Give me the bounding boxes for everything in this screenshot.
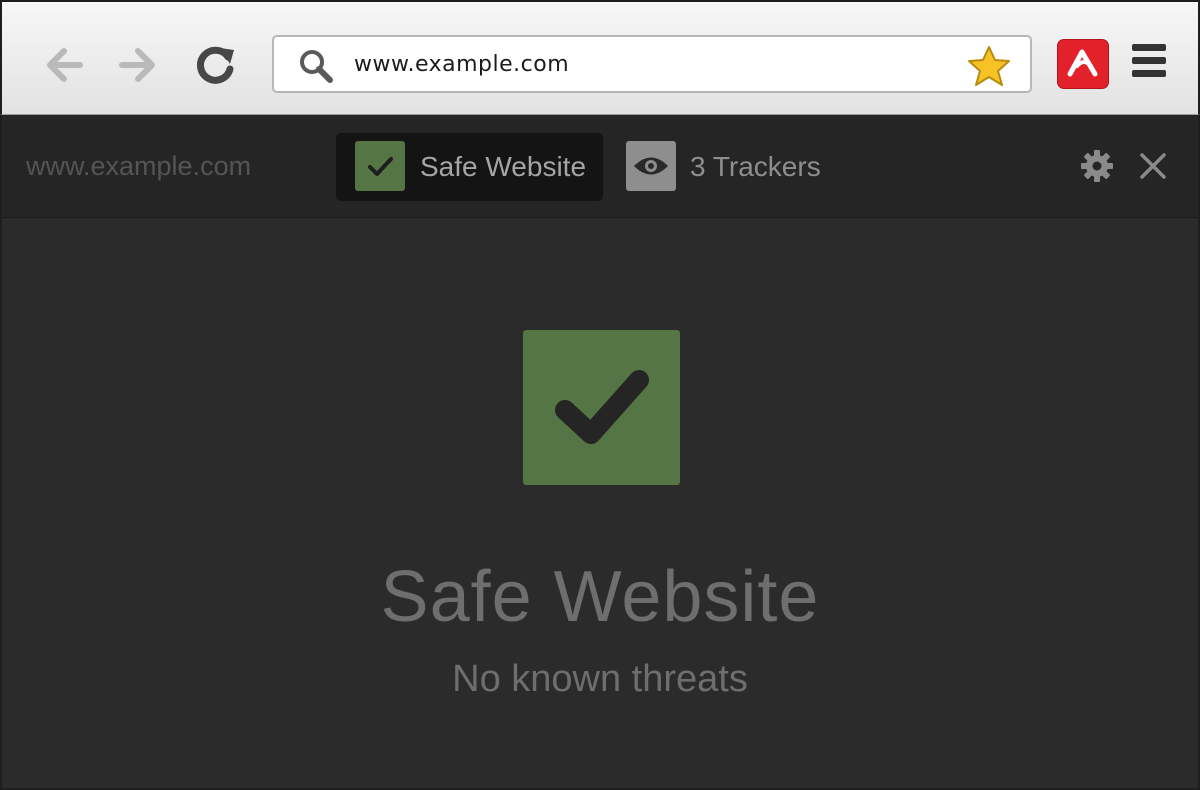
arrow-left-icon [47,48,83,82]
status-subtitle: No known threats [452,658,748,700]
arrow-right-icon [119,48,155,82]
tab-trackers[interactable]: 3 Trackers [624,133,844,201]
tab-label: 3 Trackers [690,151,821,182]
hamburger-menu-icon[interactable] [1130,44,1168,84]
status-panel: Safe Website No known threats [0,218,1200,790]
reload-icon [196,46,234,84]
gear-icon [1081,150,1113,182]
umbrella-icon [1067,49,1098,77]
tab-label: Safe Website [420,151,587,182]
status-title: Safe Website [380,557,820,637]
close-button[interactable] [1134,147,1172,185]
address-bar-url[interactable]: www.example.com [354,37,569,93]
eye-icon [626,141,676,191]
tab-safe-website[interactable]: Safe Website [336,133,603,201]
extension-button[interactable] [1057,39,1109,89]
back-button[interactable] [40,40,90,90]
browser-toolbar: www.example.com [0,0,1200,115]
site-label: www.example.com [26,151,252,181]
close-icon [1140,153,1166,179]
forward-button[interactable] [112,40,162,90]
search-icon [300,50,333,83]
extension-header: www.example.com Safe Website 3 Trackers [0,115,1200,218]
settings-button[interactable] [1078,147,1116,185]
check-icon [355,141,405,191]
star-icon[interactable] [966,44,1012,88]
reload-button[interactable] [190,40,240,90]
check-icon [523,330,680,485]
address-bar[interactable]: www.example.com [272,35,1032,93]
